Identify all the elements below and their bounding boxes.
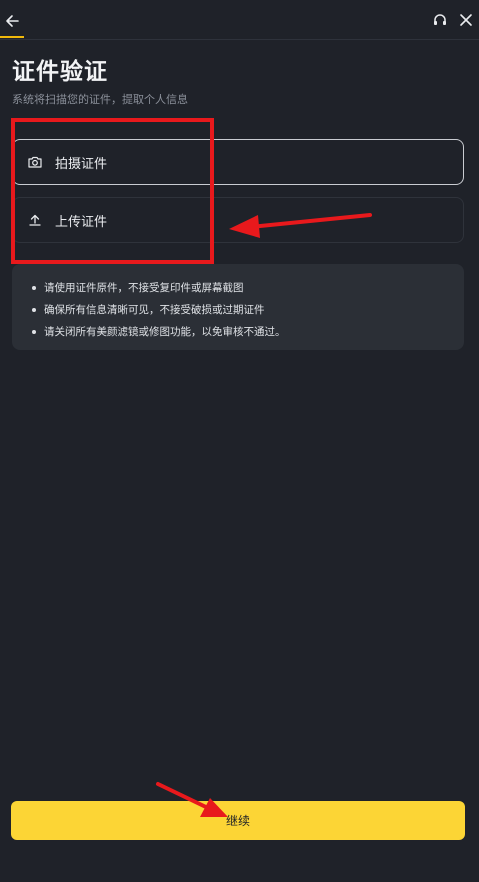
continue-button[interactable]: 继续: [11, 801, 465, 840]
camera-icon: [27, 154, 43, 170]
top-bar: [0, 0, 479, 40]
take-photo-option[interactable]: 拍摄证件: [12, 139, 464, 185]
upload-document-option[interactable]: 上传证件: [12, 197, 464, 243]
arrow-left-icon: [6, 15, 19, 27]
tip-item: 请关闭所有美颜滤镜或修图功能，以免审核不通过。: [32, 321, 464, 343]
back-underline: [0, 36, 24, 38]
upload-document-label: 上传证件: [55, 214, 108, 230]
page-subtitle: 系统将扫描您的证件，提取个人信息: [12, 93, 188, 106]
support-button[interactable]: [427, 8, 453, 32]
close-button[interactable]: [453, 8, 479, 32]
back-button[interactable]: [0, 6, 24, 36]
tips-list: 请使用证件原件，不接受复印件或屏幕截图 确保所有信息清晰可见，不接受破损或过期证…: [32, 277, 464, 343]
tip-item: 确保所有信息清晰可见，不接受破损或过期证件: [32, 299, 464, 321]
annotation-overlay: [156, 213, 372, 817]
close-icon: [460, 14, 472, 26]
take-photo-label: 拍摄证件: [55, 156, 108, 172]
headset-icon: [434, 14, 446, 25]
top-actions: [427, 8, 479, 32]
page-title: 证件验证: [12, 59, 108, 85]
tip-item: 请使用证件原件，不接受复印件或屏幕截图: [32, 277, 464, 299]
upload-icon: [27, 212, 43, 228]
tips-panel: 请使用证件原件，不接受复印件或屏幕截图 确保所有信息清晰可见，不接受破损或过期证…: [12, 264, 464, 350]
